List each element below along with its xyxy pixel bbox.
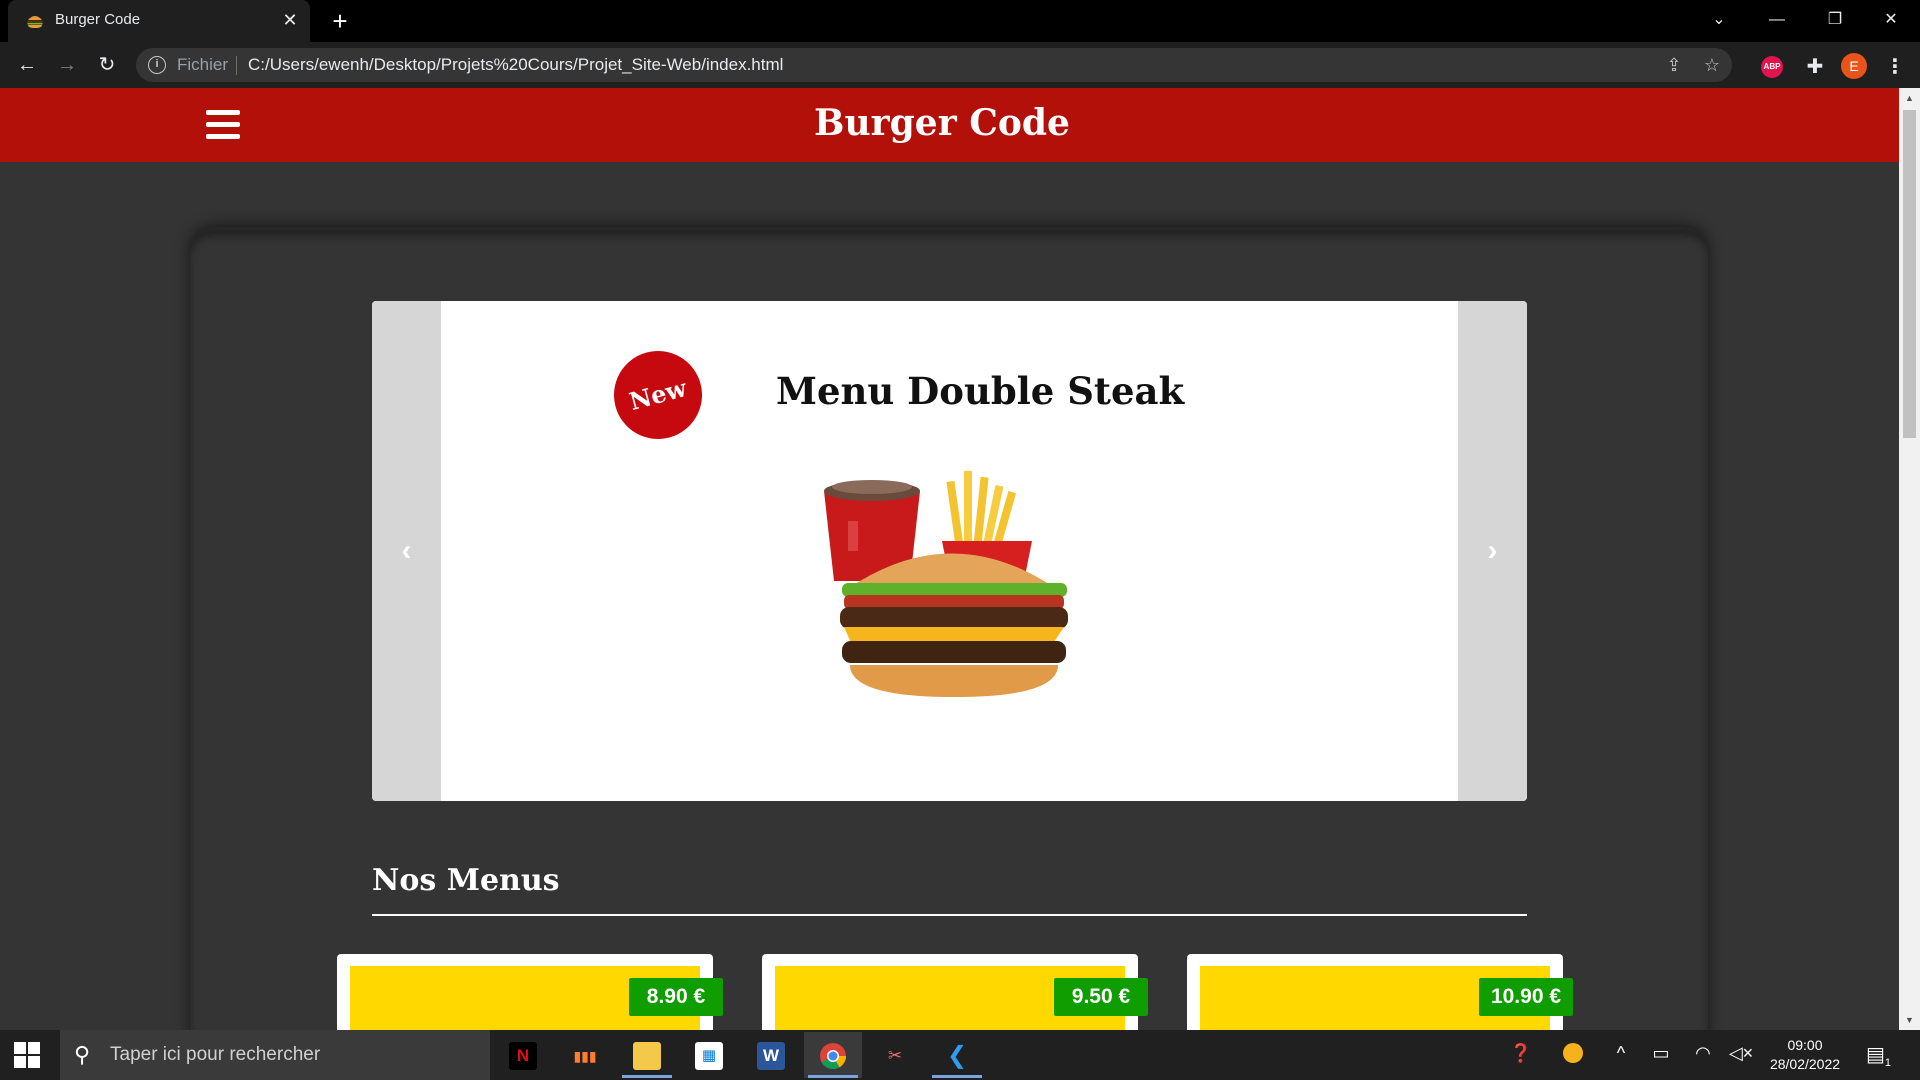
microsoft-store-app[interactable]: ▦	[680, 1032, 738, 1078]
url-scheme-label: Fichier	[177, 55, 229, 74]
section-divider	[372, 914, 1527, 916]
forward-arrow-icon[interactable]: →	[52, 50, 82, 80]
address-bar[interactable]: i Fichier C:/Users/ewenh/Desktop/Projets…	[136, 48, 1732, 82]
running-indicator	[622, 1075, 672, 1078]
vscode-icon: ❮	[943, 1042, 971, 1070]
minimize-button[interactable]: —	[1748, 0, 1806, 42]
battery-icon[interactable]: ▭	[1648, 1043, 1674, 1064]
deezer-app[interactable]: ▮▮▮	[556, 1032, 614, 1078]
notification-center-icon[interactable]: ▤1	[1866, 1042, 1894, 1069]
price-badge: 10.90 €	[1479, 978, 1573, 1016]
windows-taskbar: ⚲ Taper ici pour rechercher N ▮▮▮ ▦ W ✂ …	[0, 1030, 1920, 1080]
browser-menu-icon[interactable]: ⋮	[1883, 52, 1907, 82]
taskbar-clock[interactable]: 09:00 28/02/2022	[1760, 1036, 1850, 1074]
back-arrow-icon[interactable]: ←	[12, 50, 42, 80]
site-title: Burger Code	[814, 102, 1070, 144]
profile-avatar[interactable]: E	[1841, 53, 1867, 79]
vscode-app[interactable]: ❮	[928, 1032, 986, 1078]
new-tab-button[interactable]: +	[325, 6, 355, 36]
search-icon: ⚲	[74, 1042, 91, 1067]
netflix-app[interactable]: N	[494, 1032, 552, 1078]
help-icon[interactable]: ❓	[1508, 1043, 1534, 1064]
volume-muted-icon[interactable]: ◁×	[1728, 1043, 1754, 1064]
url-separator	[236, 56, 237, 75]
site-header: Burger Code	[0, 88, 1899, 162]
share-icon[interactable]: ⇪	[1662, 53, 1686, 77]
snipping-tool-app[interactable]: ✂	[866, 1032, 924, 1078]
store-icon: ▦	[695, 1042, 723, 1070]
bookmark-star-icon[interactable]: ☆	[1700, 53, 1724, 77]
tab-title: Burger Code	[55, 11, 141, 28]
status-circle-icon[interactable]	[1560, 1043, 1586, 1068]
taskbar-search[interactable]: ⚲ Taper ici pour rechercher	[60, 1030, 490, 1080]
taskbar-search-placeholder: Taper ici pour rechercher	[110, 1044, 321, 1065]
menu-card[interactable]: 10.90 €	[1187, 954, 1573, 1030]
deezer-icon: ▮▮▮	[571, 1042, 599, 1070]
page-viewport: Burger Code ‹ New Menu Double Steak › No…	[0, 88, 1899, 1030]
menu-thumbnail-image	[1270, 1006, 1470, 1030]
scroll-up-arrow-icon[interactable]: ▲	[1899, 88, 1920, 108]
clock-time: 09:00	[1787, 1037, 1823, 1053]
chrome-app[interactable]	[804, 1032, 862, 1078]
clock-date: 28/02/2022	[1769, 1056, 1841, 1072]
browser-toolbar: ← → ↻ i Fichier C:/Users/ewenh/Desktop/P…	[0, 42, 1920, 88]
running-indicator	[932, 1075, 982, 1078]
browser-tabbar: Burger Code ✕ + ⌄ — ❐ ✕	[0, 0, 1920, 42]
scroll-down-arrow-icon[interactable]: ▼	[1899, 1010, 1920, 1030]
tab-search-icon[interactable]: ⌄	[1690, 0, 1748, 42]
restore-button[interactable]: ❐	[1806, 0, 1864, 42]
price-badge: 9.50 €	[1054, 978, 1148, 1016]
menu-double-steak-image	[824, 471, 1068, 697]
wifi-icon[interactable]: ◠	[1690, 1043, 1716, 1064]
url-text[interactable]: C:/Users/ewenh/Desktop/Projets%20Cours/P…	[248, 55, 783, 75]
chrome-icon	[820, 1043, 847, 1070]
slide-title: Menu Double Steak	[776, 369, 1185, 413]
menu-card[interactable]: 8.90 €	[337, 954, 723, 1030]
folder-icon	[633, 1042, 661, 1070]
tab-close-button[interactable]: ✕	[279, 9, 301, 31]
price-badge: 8.90 €	[629, 978, 723, 1016]
reload-icon[interactable]: ↻	[92, 50, 122, 80]
burger-favicon-icon	[27, 16, 43, 28]
running-indicator	[808, 1075, 858, 1078]
word-icon: W	[757, 1042, 785, 1070]
adblock-extension-icon[interactable]: ABP	[1761, 56, 1783, 78]
windows-start-icon[interactable]	[14, 1042, 40, 1068]
scroll-thumb[interactable]	[1903, 110, 1916, 438]
menu-card[interactable]: 9.50 €	[762, 954, 1148, 1030]
section-title: Nos Menus	[372, 863, 560, 898]
snip-icon: ✂	[881, 1042, 909, 1070]
carousel-next-button[interactable]: ›	[1458, 301, 1527, 801]
extensions-puzzle-icon[interactable]: ✚	[1800, 52, 1830, 82]
close-window-button[interactable]: ✕	[1862, 0, 1920, 42]
chevron-up-icon[interactable]: ^	[1608, 1043, 1634, 1064]
site-info-icon[interactable]: i	[148, 56, 166, 74]
notification-count: 1	[1884, 1057, 1892, 1069]
carousel: ‹ New Menu Double Steak ›	[372, 301, 1527, 801]
page-scrollbar[interactable]: ▲ ▼	[1899, 88, 1920, 1030]
file-explorer-app[interactable]	[618, 1032, 676, 1078]
netflix-icon: N	[509, 1042, 537, 1070]
menu-thumbnail-image	[845, 1006, 1045, 1030]
browser-tab[interactable]: Burger Code ✕	[8, 0, 310, 42]
menu-thumbnail-image	[420, 1006, 620, 1030]
word-app[interactable]: W	[742, 1032, 800, 1078]
new-badge: New	[604, 341, 712, 449]
carousel-prev-button[interactable]: ‹	[372, 301, 441, 801]
